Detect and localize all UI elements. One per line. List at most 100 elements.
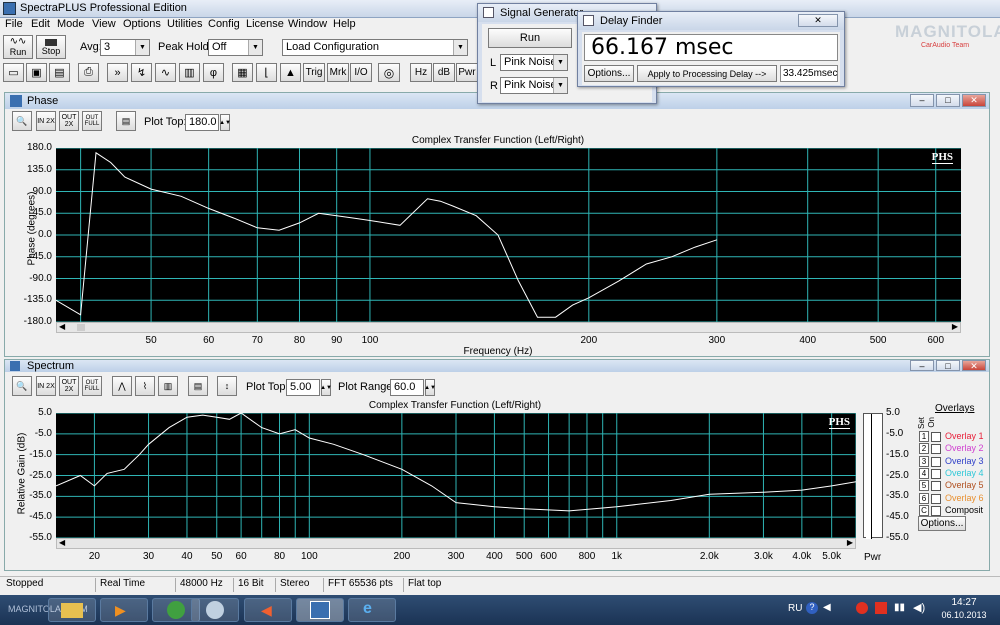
- new-button[interactable]: ▭: [3, 63, 24, 82]
- clock-time[interactable]: 14:27: [940, 597, 988, 608]
- print-button[interactable]: ⎙: [78, 63, 99, 82]
- spectrum-plot-range-input[interactable]: 60.0: [390, 379, 424, 396]
- help-icon[interactable]: ?: [806, 602, 818, 614]
- overlay-set-button[interactable]: 1: [919, 431, 929, 442]
- overlay-set-button[interactable]: 2: [919, 443, 929, 455]
- spectrum-plot-top-input[interactable]: 5.00: [286, 379, 320, 396]
- menu-utilities[interactable]: Utilities: [167, 18, 202, 30]
- menu-file[interactable]: File: [5, 18, 23, 30]
- taskbar-tools[interactable]: [191, 598, 239, 622]
- overlay-set-button[interactable]: 5: [919, 480, 929, 492]
- minimize-button[interactable]: –: [910, 94, 934, 107]
- overlay-on-checkbox[interactable]: [931, 481, 941, 492]
- table-button[interactable]: ▦: [232, 63, 253, 82]
- load-configuration-select[interactable]: Load Configuration ▼: [282, 39, 468, 56]
- siggen-l-select[interactable]: Pink Noise ▼: [500, 54, 568, 71]
- overlay-on-checkbox[interactable]: [931, 493, 941, 504]
- db-button[interactable]: dB: [433, 63, 455, 82]
- overlay-on-checkbox[interactable]: [931, 456, 941, 467]
- generator-button[interactable]: ◎: [378, 63, 400, 82]
- spectrum-plot-top-spinner[interactable]: ▲▼: [320, 379, 332, 396]
- speaker-button[interactable]: ▲: [280, 63, 301, 82]
- trig-button[interactable]: Trig: [303, 63, 325, 82]
- scroll-thumb[interactable]: [77, 324, 85, 331]
- taskbar-explorer[interactable]: [48, 598, 96, 622]
- phase-plot-area[interactable]: PHS: [55, 147, 961, 323]
- hz-button[interactable]: Hz: [410, 63, 432, 82]
- overlay-on-checkbox[interactable]: [931, 468, 941, 479]
- zoom-out-button[interactable]: OUT 2X: [59, 111, 79, 131]
- spectrum-plot-area[interactable]: PHS: [55, 412, 857, 539]
- menu-window[interactable]: Window: [288, 18, 327, 30]
- spectrum-plot-range-spinner[interactable]: ▲▼: [424, 379, 436, 396]
- spectrum-h-scrollbar[interactable]: ◀ ▶: [56, 538, 856, 549]
- zoom-in-button[interactable]: IN 2X: [36, 111, 56, 131]
- phase-plot-top-spinner[interactable]: ▲▼: [219, 114, 231, 131]
- open-button[interactable]: ▣: [26, 63, 47, 82]
- opera-icon[interactable]: [856, 602, 868, 614]
- minimize-button[interactable]: –: [910, 360, 934, 371]
- menu-config[interactable]: Config: [208, 18, 240, 30]
- clock-date[interactable]: 06.10.2013: [936, 610, 992, 620]
- overlays-options-button[interactable]: Options...: [918, 516, 966, 531]
- overlay-set-button[interactable]: 3: [919, 455, 929, 467]
- siggen-run-button[interactable]: Run: [488, 28, 572, 48]
- taskbar-speaker[interactable]: ◀: [244, 598, 292, 622]
- scale-button[interactable]: ↕: [217, 376, 237, 396]
- zoom-full-button[interactable]: OUT FULL: [82, 376, 102, 396]
- spectrum-button[interactable]: ▥: [179, 63, 200, 82]
- scope-button[interactable]: ⌊: [256, 63, 277, 82]
- avg-select[interactable]: 3 ▼: [100, 39, 150, 56]
- delay-options-button[interactable]: Options...: [584, 65, 634, 82]
- calibrate-button[interactable]: ↯: [131, 63, 152, 82]
- peak-hold-select[interactable]: Off ▼: [208, 39, 263, 56]
- apply-processing-delay-button[interactable]: Apply to Processing Delay -->: [637, 65, 777, 82]
- phase-h-scrollbar[interactable]: ◀ ▶: [56, 322, 961, 333]
- forward-button[interactable]: »: [107, 63, 128, 82]
- overlay-set-button[interactable]: 4: [919, 467, 929, 479]
- network-icon[interactable]: ▮▮: [894, 602, 905, 613]
- maximize-button[interactable]: □: [936, 360, 960, 371]
- phase-plot-top-input[interactable]: 180.0: [185, 114, 219, 131]
- menu-edit[interactable]: Edit: [31, 18, 50, 30]
- run-button[interactable]: ∿∿ Run: [3, 35, 33, 59]
- volume-icon[interactable]: ◀): [913, 601, 925, 614]
- menu-mode[interactable]: Mode: [57, 18, 85, 30]
- zoom-out-button[interactable]: OUT 2X: [59, 376, 79, 396]
- taskbar-spectraplus[interactable]: [296, 598, 344, 622]
- delay-finder-titlebar[interactable]: Delay Finder ✕: [578, 12, 844, 30]
- maximize-button[interactable]: □: [936, 94, 960, 107]
- siggen-r-select[interactable]: Pink Noise ▼: [500, 77, 568, 94]
- octave-graph-button[interactable]: ▥: [158, 376, 178, 396]
- stop-button[interactable]: Stop: [36, 35, 66, 59]
- close-button[interactable]: ✕: [962, 360, 986, 371]
- processing-delay-field[interactable]: 33.425msec: [780, 65, 838, 82]
- flag-icon[interactable]: [875, 602, 887, 614]
- close-button[interactable]: ✕: [962, 94, 986, 107]
- table-view-button[interactable]: ▤: [116, 111, 136, 131]
- menu-help[interactable]: Help: [333, 18, 356, 30]
- overlay-on-checkbox[interactable]: [931, 505, 941, 516]
- bar-graph-button[interactable]: ⌇: [135, 376, 155, 396]
- taskbar-media[interactable]: ▶: [100, 598, 148, 622]
- line-graph-button[interactable]: ⋀: [112, 376, 132, 396]
- menu-options[interactable]: Options: [123, 18, 161, 30]
- overlay-on-checkbox[interactable]: [931, 444, 941, 455]
- zoom-magnify-button[interactable]: 🔍: [12, 376, 32, 396]
- menu-license[interactable]: License: [246, 18, 284, 30]
- delay-finder-close-button[interactable]: ✕: [798, 14, 838, 27]
- save-button[interactable]: ▤: [49, 63, 70, 82]
- tray-expand-icon[interactable]: ◀: [823, 602, 831, 613]
- zoom-magnify-button[interactable]: 🔍: [12, 111, 32, 131]
- overlay-on-checkbox[interactable]: [931, 432, 941, 442]
- pwr-button[interactable]: Pwr: [456, 63, 478, 82]
- zoom-in-button[interactable]: IN 2X: [36, 376, 56, 396]
- waveform-button[interactable]: ∿: [155, 63, 176, 82]
- taskbar-ie[interactable]: e: [348, 598, 396, 622]
- menu-view[interactable]: View: [92, 18, 116, 30]
- table-view-button[interactable]: ▤: [188, 376, 208, 396]
- overlay-set-button[interactable]: C: [919, 504, 929, 516]
- mrk-button[interactable]: Mrk: [327, 63, 349, 82]
- io-button[interactable]: I/O: [350, 63, 372, 82]
- language-indicator[interactable]: RU: [788, 603, 802, 614]
